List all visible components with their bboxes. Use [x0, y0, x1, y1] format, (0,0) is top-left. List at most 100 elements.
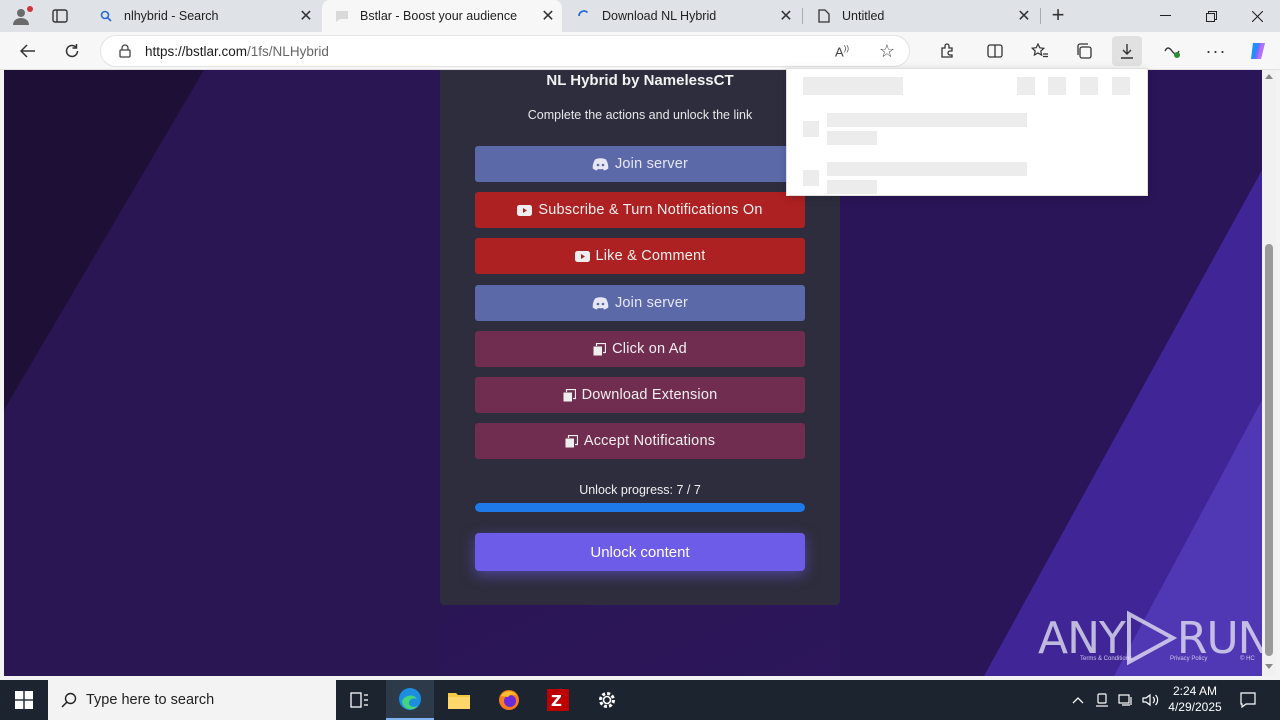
copy-icon [563, 388, 576, 402]
skeleton-line [827, 113, 1027, 127]
skeleton-button [1017, 77, 1035, 95]
like-comment-button[interactable]: Like & Comment [475, 238, 805, 274]
accept-notifications-button[interactable]: Accept Notifications [475, 423, 805, 459]
tab-title: Untitled [842, 9, 885, 23]
close-icon[interactable]: ✕ [292, 6, 320, 26]
skeleton-line [827, 131, 877, 145]
lock-icon[interactable] [119, 44, 131, 58]
split-screen-icon[interactable] [980, 36, 1010, 66]
progress-track [475, 503, 805, 512]
progress-fill [475, 503, 805, 512]
more-menu-icon[interactable]: ··· [1201, 36, 1231, 66]
tab-bstlar[interactable]: Bstlar - Boost your audience ✕ [322, 0, 562, 32]
page-scrollbar[interactable] [1262, 70, 1276, 676]
tab-search[interactable]: nlhybrid - Search ✕ [86, 0, 320, 32]
unlock-content-button[interactable]: Unlock content [475, 533, 805, 571]
tab-actions-icon[interactable] [48, 6, 72, 26]
notification-center-icon[interactable] [1234, 680, 1262, 720]
tray-clock[interactable]: 2:24 AM 4/29/2025 [1166, 683, 1224, 717]
button-label: Click on Ad [612, 341, 687, 357]
tab-download[interactable]: Download NL Hybrid ✕ [564, 0, 800, 32]
task-view-icon[interactable] [336, 680, 384, 720]
watermark-text-left: ANY [1038, 612, 1126, 664]
taskbar-search-box[interactable]: Type here to search [48, 680, 336, 720]
click-on-ad-button[interactable]: Click on Ad [475, 331, 805, 367]
extensions-icon[interactable] [932, 36, 962, 66]
join-server-button[interactable]: Join server [475, 146, 805, 182]
scroll-thumb[interactable] [1265, 244, 1273, 656]
downloads-flyout [786, 68, 1148, 196]
youtube-icon [574, 250, 590, 262]
scroll-up-arrow[interactable] [1265, 74, 1273, 79]
unlock-card: NL Hybrid by NamelessCT Complete the act… [440, 70, 840, 605]
button-label: Join server [614, 156, 689, 172]
subscribe-button[interactable]: Subscribe & Turn Notifications On [475, 192, 805, 228]
skeleton-line [827, 162, 1027, 176]
close-icon[interactable]: ✕ [772, 6, 800, 26]
search-placeholder: Type here to search [86, 692, 215, 708]
anyrun-watermark: ANY RUN [1038, 608, 1262, 668]
address-bar[interactable]: https://bstlar.com/1fs/NLHybrid A)) ☆ [100, 35, 910, 67]
restore-button[interactable] [1188, 0, 1234, 32]
windows-taskbar: Type here to search Z 2:24 AM 4/29/2025 [0, 680, 1280, 720]
close-icon[interactable]: ✕ [1010, 6, 1038, 26]
copilot-icon[interactable] [1243, 36, 1273, 66]
clock-time: 2:24 AM [1172, 684, 1218, 698]
refresh-button[interactable] [57, 36, 87, 66]
tab-untitled[interactable]: Untitled ✕ [804, 0, 1038, 32]
join-server-button[interactable]: Join server [475, 285, 805, 321]
file-explorer-icon[interactable] [435, 680, 483, 720]
progress-label: Unlock progress: 7 / 7 [579, 483, 701, 497]
favorites-icon[interactable] [1025, 36, 1055, 66]
downloads-icon[interactable] [1112, 36, 1142, 66]
tab-strip: nlhybrid - Search ✕ Bstlar - Boost your … [0, 0, 1280, 32]
tab-title: Download NL Hybrid [602, 9, 717, 23]
skeleton-button [1048, 77, 1066, 95]
back-button[interactable] [13, 36, 43, 66]
filezilla-icon[interactable]: Z [534, 680, 582, 720]
close-icon[interactable]: ✕ [534, 6, 562, 26]
search-icon [98, 8, 114, 24]
volume-icon[interactable] [1140, 680, 1162, 720]
button-label: Accept Notifications [583, 433, 716, 449]
skeleton-button [1112, 77, 1130, 95]
browser-toolbar: https://bstlar.com/1fs/NLHybrid A)) ☆ ··… [0, 32, 1280, 70]
tab-title: Bstlar - Boost your audience [360, 9, 518, 23]
start-button[interactable] [0, 680, 48, 720]
page-subtitle: Complete the actions and unlock the link [527, 108, 753, 122]
clock-date: 4/29/2025 [1168, 700, 1222, 714]
profile-avatar[interactable] [8, 4, 34, 28]
read-aloud-icon[interactable]: A)) [835, 44, 849, 59]
tray-chevron-up-icon[interactable] [1068, 680, 1088, 720]
edge-taskbar-icon[interactable] [386, 680, 434, 720]
copy-icon [593, 342, 607, 356]
svg-text:Z: Z [551, 692, 562, 710]
button-label: Download Extension [581, 387, 718, 403]
play-logo-icon [1126, 610, 1178, 666]
new-tab-button[interactable]: + [1044, 2, 1072, 30]
button-label: Unlock content [590, 543, 690, 561]
skeleton-title [803, 77, 903, 95]
collections-icon[interactable] [1069, 36, 1099, 66]
copy-icon [565, 434, 578, 448]
bstlar-icon [334, 8, 350, 24]
network-icon[interactable] [1116, 680, 1136, 720]
skeleton-line [827, 180, 877, 194]
skeleton-file-icon [803, 170, 819, 186]
scroll-down-arrow[interactable] [1265, 664, 1273, 669]
discord-icon [592, 296, 609, 310]
skeleton-button [1080, 77, 1098, 95]
discord-icon [592, 157, 609, 171]
favorite-star-icon[interactable]: ☆ [879, 41, 895, 62]
firefox-icon[interactable] [485, 680, 533, 720]
url-host: https://bstlar.com [145, 43, 248, 59]
close-window-button[interactable] [1234, 0, 1280, 32]
page-title: NL Hybrid by NamelessCT [546, 72, 734, 89]
minimize-button[interactable] [1142, 0, 1188, 32]
page-icon [816, 8, 832, 24]
download-extension-button[interactable]: Download Extension [475, 377, 805, 413]
settings-gear-icon[interactable] [583, 680, 631, 720]
tray-device-icon[interactable] [1092, 680, 1112, 720]
tab-title: nlhybrid - Search [124, 9, 219, 23]
browser-essentials-icon[interactable] [1157, 36, 1187, 66]
